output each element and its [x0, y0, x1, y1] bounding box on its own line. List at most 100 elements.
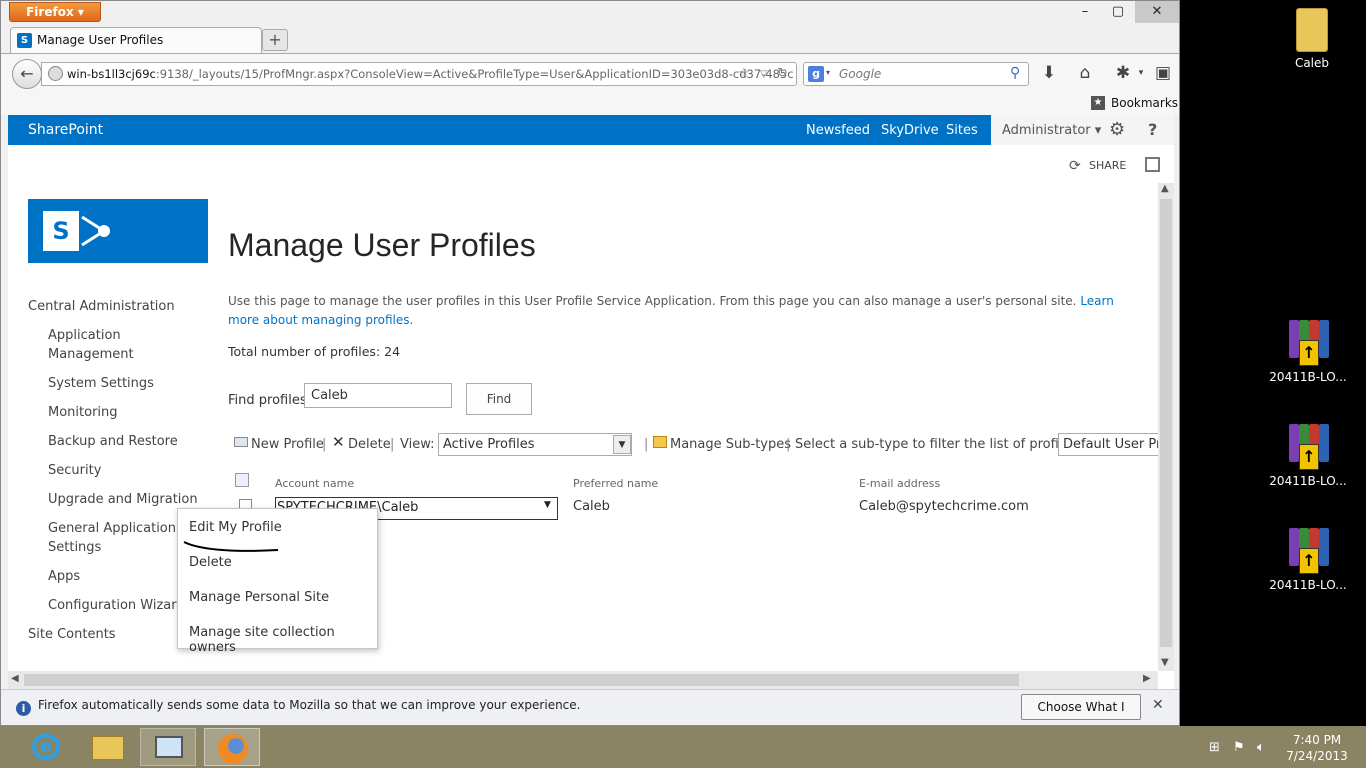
suite-link-skydrive[interactable]: SkyDrive	[881, 123, 939, 138]
nav-general-application-settings[interactable]: General Application Settings	[48, 519, 178, 557]
scroll-up-icon[interactable]: ▲	[1161, 183, 1169, 194]
menu-delete[interactable]: Delete	[189, 555, 232, 570]
sharepoint-favicon-icon: S	[17, 33, 32, 48]
desktop-archive-3[interactable]: ↑ 20411B-LO...	[1268, 526, 1348, 592]
user-menu[interactable]: Administrator ▾	[1002, 123, 1101, 138]
scroll-down-icon[interactable]: ▼	[1161, 657, 1169, 668]
delete-button[interactable]: Delete	[348, 437, 391, 452]
chevron-down-icon[interactable]: ▼	[613, 435, 631, 454]
nav-security[interactable]: Security	[48, 461, 101, 480]
nav-monitoring[interactable]: Monitoring	[48, 403, 118, 422]
horizontal-scrollbar[interactable]: ◀ ▶	[8, 671, 1158, 689]
home-icon[interactable]: ⌂	[1073, 63, 1097, 83]
taskbar-file-explorer[interactable]	[80, 728, 136, 766]
suite-link-newsfeed[interactable]: Newsfeed	[806, 123, 870, 138]
network-icon[interactable]: ⊞	[1209, 740, 1220, 755]
scroll-left-icon[interactable]: ◀	[11, 673, 19, 684]
back-button[interactable]: ←	[12, 59, 42, 89]
clock-date: 7/24/2013	[1286, 749, 1348, 763]
find-button[interactable]: Find	[466, 383, 532, 415]
new-profile-button[interactable]: New Profile	[251, 437, 324, 452]
taskbar-remote-desktop[interactable]	[140, 728, 196, 766]
google-icon[interactable]: g	[808, 66, 824, 82]
url-text[interactable]: win-bs1ll3cj69c:9138/_layouts/15/ProfMng…	[67, 67, 794, 81]
menu-edit-my-profile[interactable]: Edit My Profile	[189, 520, 282, 535]
nav-site-contents[interactable]: Site Contents	[28, 625, 116, 644]
vertical-scroll-thumb[interactable]	[1160, 199, 1172, 647]
desktop-archive-1[interactable]: ↑ 20411B-LO...	[1268, 318, 1348, 384]
delete-icon: ✕	[332, 433, 345, 451]
gear-icon[interactable]: ⚙	[1109, 119, 1125, 140]
menu-manage-personal-site[interactable]: Manage Personal Site	[189, 590, 329, 605]
nav-application-management[interactable]: Application Management	[48, 326, 168, 364]
new-tab-button[interactable]: +	[262, 29, 288, 51]
nav-upgrade-migration[interactable]: Upgrade and Migration	[48, 490, 198, 509]
winrar-archive-icon: ↑	[1287, 318, 1329, 366]
taskbar: e ⊞ ⚑ 🔈︎ 7:40 PM 7/24/2013	[0, 726, 1366, 768]
handwritten-underline	[183, 541, 279, 552]
close-icon[interactable]: ✕	[1152, 697, 1164, 713]
nav-configuration-wizards[interactable]: Configuration Wizards	[48, 596, 191, 615]
firefox-menu-button[interactable]: Firefox ▾	[9, 2, 101, 22]
suite-link-sites[interactable]: Sites	[946, 123, 978, 138]
focus-on-content-icon[interactable]	[1145, 157, 1160, 172]
info-icon: i	[16, 701, 31, 716]
taskbar-internet-explorer[interactable]: e	[18, 728, 74, 766]
winrar-archive-icon: ↑	[1287, 526, 1329, 574]
search-bar[interactable]: g ▾ Google ⚲	[803, 62, 1029, 86]
taskbar-firefox[interactable]	[204, 728, 260, 766]
maximize-icon[interactable]: ▢	[1102, 1, 1134, 23]
engine-dropdown-icon[interactable]: ▾	[826, 68, 830, 77]
sharepoint-brand[interactable]: SharePoint	[28, 122, 103, 138]
downloads-icon[interactable]: ⬇	[1037, 63, 1061, 83]
addon-dropdown-icon[interactable]: ▾	[1129, 68, 1153, 78]
suite-bar: SharePoint Newsfeed SkyDrive Sites Admin…	[8, 115, 1174, 145]
desktop-icon-label: 20411B-LO...	[1269, 578, 1347, 592]
screenshot-icon[interactable]: ▣	[1151, 63, 1175, 83]
reload-icon[interactable]: ↻	[777, 66, 788, 81]
url-bar[interactable]: win-bs1ll3cj69c:9138/_layouts/15/ProfMng…	[41, 62, 797, 86]
clock[interactable]: 7:40 PM 7/24/2013	[1282, 732, 1352, 764]
volume-icon[interactable]: 🔈︎	[1257, 740, 1265, 755]
find-profiles-input[interactable]	[304, 383, 452, 408]
bookmarks-menu[interactable]: Bookmarks	[1111, 96, 1178, 110]
navigation-toolbar: win-bs1ll3cj69c:9138/_layouts/15/ProfMng…	[1, 53, 1179, 93]
share-icon[interactable]: ⟳	[1069, 158, 1081, 174]
nav-central-administration[interactable]: Central Administration	[28, 297, 175, 316]
help-icon[interactable]: ?	[1148, 120, 1157, 139]
manage-subtypes-link[interactable]: Manage Sub-types	[670, 437, 791, 452]
horizontal-scroll-thumb[interactable]	[24, 674, 1019, 686]
chevron-down-icon[interactable]: ▼	[544, 500, 551, 510]
nav-system-settings[interactable]: System Settings	[48, 374, 154, 393]
desktop-folder-caleb[interactable]: Caleb	[1272, 8, 1352, 70]
clock-time: 7:40 PM	[1292, 733, 1342, 747]
scroll-right-icon[interactable]: ▶	[1143, 673, 1151, 684]
flag-icon[interactable]: ⚑	[1233, 740, 1245, 755]
subtype-select[interactable]: Default User Pro	[1058, 433, 1168, 456]
select-all-icon[interactable]	[235, 473, 249, 487]
desktop-archive-2[interactable]: ↑ 20411B-LO...	[1268, 422, 1348, 488]
nav-backup-restore[interactable]: Backup and Restore	[48, 432, 178, 451]
firefox-icon	[218, 734, 248, 764]
bookmark-star-icon[interactable]: ☆	[738, 66, 750, 81]
column-header-email[interactable]: E-mail address	[859, 477, 940, 490]
account-context-menu: Edit My Profile Delete Manage Personal S…	[177, 508, 378, 655]
choose-what-i-share-button[interactable]: Choose What I Share	[1021, 694, 1141, 725]
vertical-scrollbar[interactable]: ▲ ▼	[1158, 183, 1174, 671]
sharepoint-logo[interactable]: S	[28, 199, 208, 263]
minimize-icon[interactable]: –	[1069, 1, 1101, 23]
browser-tab[interactable]: S Manage User Profiles	[10, 27, 262, 53]
column-header-preferred[interactable]: Preferred name	[573, 477, 658, 490]
remote-desktop-icon	[155, 736, 183, 758]
view-select[interactable]: Active Profiles ▼	[438, 433, 632, 456]
window-close-icon[interactable]: ✕	[1135, 1, 1179, 23]
nav-apps[interactable]: Apps	[48, 567, 80, 586]
column-header-account[interactable]: Account name	[275, 477, 354, 490]
history-dropdown-icon[interactable]: ▽	[760, 69, 768, 80]
total-profiles: Total number of profiles: 24	[228, 344, 401, 359]
view-select-value: Active Profiles	[443, 437, 535, 452]
tab-title: Manage User Profiles	[37, 33, 164, 47]
search-icon[interactable]: ⚲	[1010, 65, 1020, 81]
menu-manage-site-collection-owners[interactable]: Manage site collection owners	[189, 625, 377, 655]
share-button[interactable]: SHARE	[1089, 159, 1126, 172]
